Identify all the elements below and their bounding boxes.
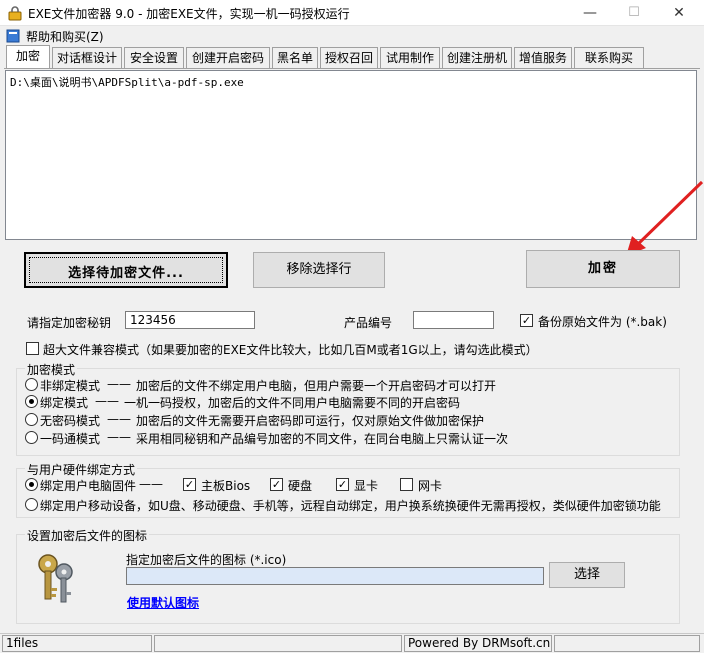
tab-security[interactable]: 安全设置 [124, 47, 184, 68]
tab-encrypt[interactable]: 加密 [6, 45, 50, 68]
default-icon-link[interactable]: 使用默认图标 [127, 594, 199, 611]
mode-desc: 一机一码授权，加密后的文件不同用户电脑需要不同的开启密码 [124, 396, 461, 410]
nic-checkbox[interactable] [400, 478, 413, 491]
remove-row-button[interactable]: 移除选择行 [253, 252, 385, 288]
icon-prompt-label: 指定加密后文件的图标 (*.ico) [126, 553, 287, 567]
key-label: 请指定加密秘钥 [27, 316, 112, 330]
mode-dash: —— [107, 377, 131, 391]
gpu-checkbox[interactable]: ✓ [336, 478, 349, 491]
mode-group-title: 加密模式 [25, 361, 78, 378]
mode-radio-onecode[interactable] [25, 431, 38, 444]
close-button[interactable]: ✕ [656, 0, 702, 26]
product-label: 产品编号 [344, 316, 393, 330]
status-file-count: 1files [2, 635, 152, 652]
window-title: EXE文件加密器 9.0 - 加密EXE文件，实现一机一码授权运行 [28, 7, 350, 21]
product-input[interactable] [413, 311, 494, 329]
mode-radio-nopassword[interactable] [25, 413, 38, 426]
menu-help-buy[interactable]: 帮助和购买(Z) [26, 28, 104, 45]
mode-radio-bind[interactable] [25, 395, 38, 408]
browse-icon-button[interactable]: 选择 [549, 562, 625, 588]
bind-firmware-label: 绑定用户电脑固件 [40, 479, 137, 493]
status-middle [154, 635, 402, 652]
tab-trial[interactable]: 试用制作 [380, 47, 440, 68]
tab-strip: 加密 对话框设计 安全设置 创建开启密码 黑名单 授权召回 试用制作 创建注册机… [6, 45, 698, 69]
gpu-label: 显卡 [354, 479, 379, 493]
mode-desc: 加密后的文件无需要开启密码即可运行，仅对原始文件做加密保护 [136, 414, 485, 428]
backup-checkbox[interactable]: ✓ [520, 314, 533, 327]
tab-blacklist[interactable]: 黑名单 [272, 47, 318, 68]
status-powered: Powered By DRMsoft.cn [404, 635, 552, 652]
mode-name: 非绑定模式 [40, 379, 101, 393]
disk-checkbox[interactable]: ✓ [270, 478, 283, 491]
tab-dialog-design[interactable]: 对话框设计 [52, 47, 122, 68]
bind-firmware-radio[interactable] [25, 478, 38, 491]
mode-desc: 采用相同秘钥和产品编号加密的不同文件，在同台电脑上只需认证一次 [136, 432, 509, 446]
bind-mobile-label: 绑定用户移动设备，如U盘、移动硬盘、手机等，远程自动绑定，用户换系统换硬件无需再… [40, 499, 661, 513]
mode-radio-nonbind[interactable] [25, 378, 38, 391]
mode-name: 无密码模式 [40, 414, 101, 428]
status-right [554, 635, 700, 652]
mode-name: 绑定模式 [40, 396, 89, 410]
tab-contact[interactable]: 联系购买 [574, 47, 644, 68]
mode-dash: —— [107, 430, 131, 444]
red-arrow-annotation [626, 180, 704, 256]
encrypt-button[interactable]: 加密 [526, 250, 680, 288]
bind-firmware-dash: —— [139, 477, 163, 491]
mode-desc: 加密后的文件不绑定用户电脑，但用户需要一个开启密码才可以打开 [136, 379, 497, 393]
tab-open-password[interactable]: 创建开启密码 [186, 47, 270, 68]
large-file-checkbox[interactable] [26, 342, 39, 355]
mode-dash: —— [107, 412, 131, 426]
tab-keygen[interactable]: 创建注册机 [442, 47, 512, 68]
help-book-icon [6, 29, 22, 43]
keys-icon [34, 552, 78, 604]
file-list[interactable]: D:\桌面\说明书\APDFSplit\a-pdf-sp.exe [5, 70, 697, 240]
icon-group-title: 设置加密后文件的图标 [25, 527, 150, 544]
tab-panel-border [4, 68, 700, 69]
maximize-button[interactable]: ☐ [611, 0, 657, 26]
select-files-button[interactable]: 选择待加密文件... [24, 252, 228, 288]
menu-bar [0, 26, 704, 46]
tab-services[interactable]: 增值服务 [514, 47, 572, 68]
tab-recall[interactable]: 授权召回 [320, 47, 378, 68]
large-file-label: 超大文件兼容模式（如果要加密的EXE文件比较大，比如几百M或者1G以上，请勾选此… [43, 343, 538, 357]
nic-label: 网卡 [418, 479, 443, 493]
icon-path-input[interactable] [126, 567, 544, 585]
key-input[interactable]: 123456 [125, 311, 255, 329]
bios-label: 主板Bios [201, 479, 251, 493]
bios-checkbox[interactable]: ✓ [183, 478, 196, 491]
bind-mobile-radio[interactable] [25, 498, 38, 511]
hardware-group-title: 与用户硬件绑定方式 [25, 461, 138, 478]
backup-label: 备份原始文件为 (*.bak) [538, 315, 667, 329]
file-list-item[interactable]: D:\桌面\说明书\APDFSplit\a-pdf-sp.exe [10, 74, 692, 90]
disk-label: 硬盘 [288, 479, 313, 493]
mode-name: 一码通模式 [40, 432, 101, 446]
app-lock-icon [7, 5, 23, 21]
mode-dash: —— [95, 394, 119, 408]
minimize-button[interactable]: — [567, 0, 613, 26]
